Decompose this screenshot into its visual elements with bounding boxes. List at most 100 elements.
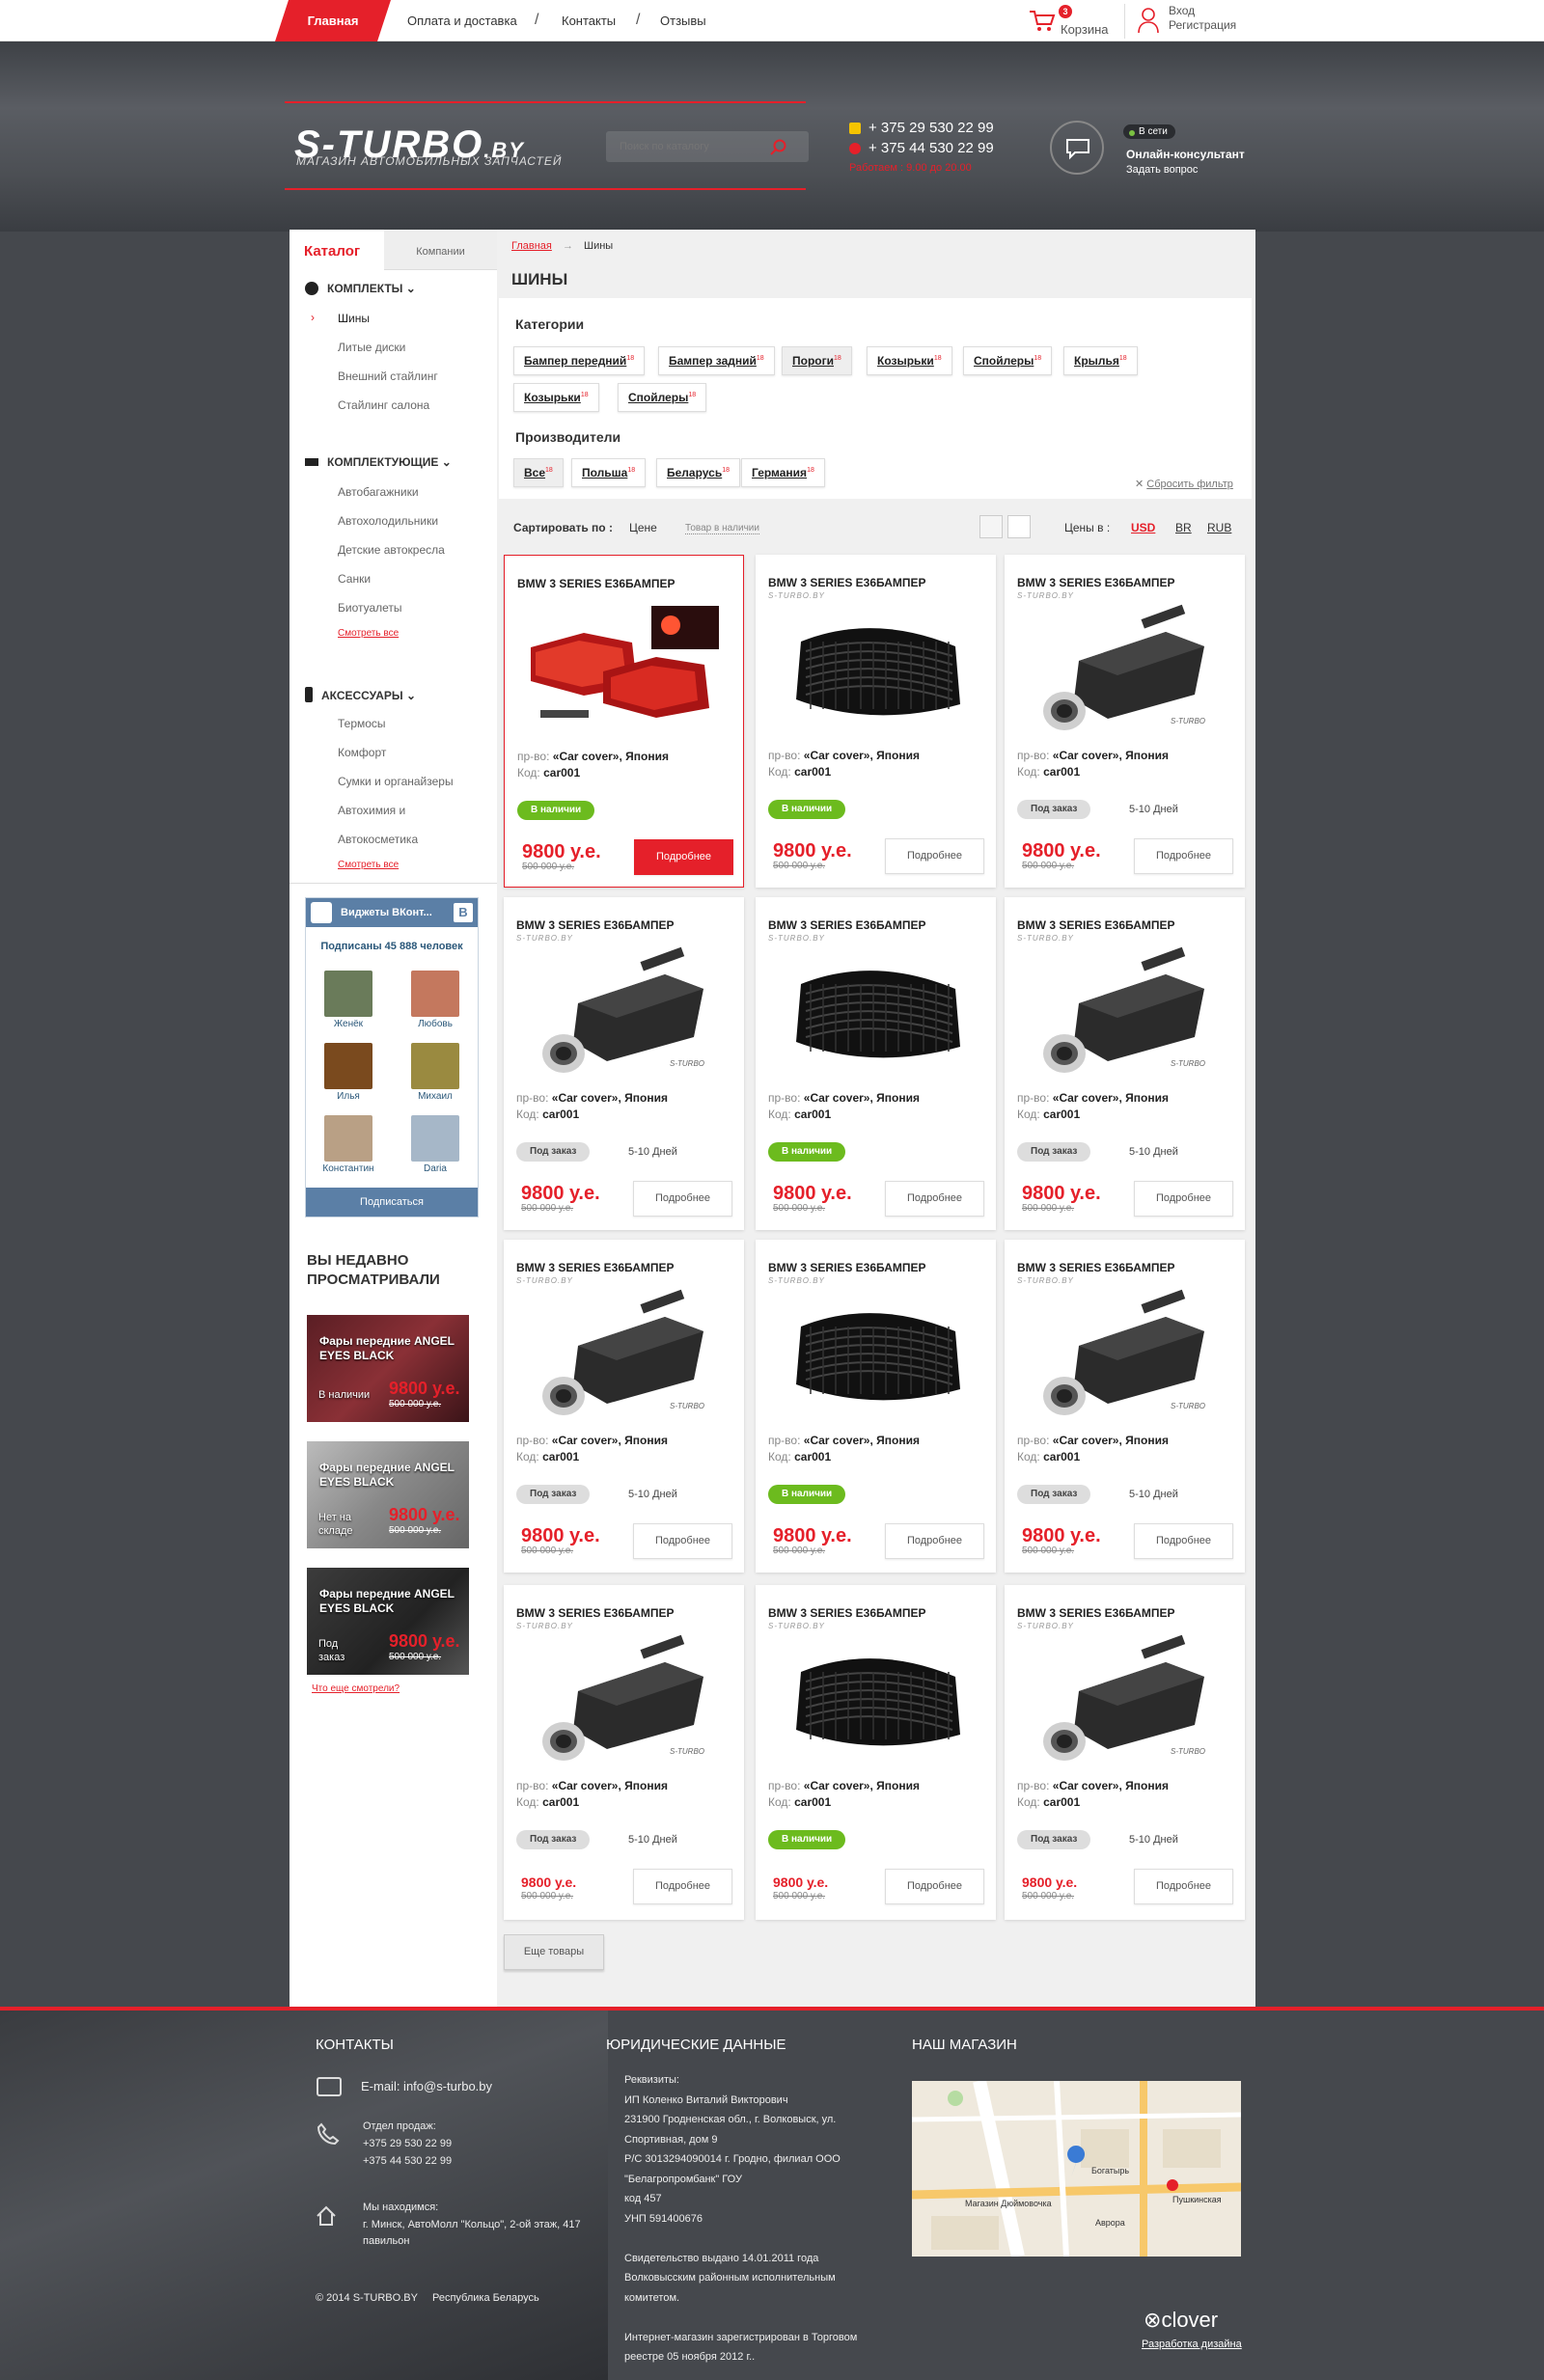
product-image[interactable]: [526, 604, 724, 739]
currency-rub[interactable]: RUB: [1207, 521, 1231, 534]
tab-companies[interactable]: Компании: [384, 230, 497, 270]
details-button[interactable]: Подробнее: [633, 1181, 732, 1217]
product-card[interactable]: BMW 3 SERIES E36БАМПЕР S-TURBO.BY S-TURBO п…: [1005, 897, 1245, 1230]
product-image[interactable]: S-TURBO: [525, 1288, 723, 1423]
footer-phone-1[interactable]: +375 29 530 22 99: [363, 2136, 452, 2152]
product-card[interactable]: BMW 3 SERIES E36БАМПЕР S-TURBO.BY S-TURBO п…: [504, 897, 744, 1230]
product-title[interactable]: BMW 3 SERIES E36БАМПЕР: [516, 1606, 675, 1620]
product-image[interactable]: [777, 1288, 975, 1423]
vk-member[interactable]: Константин: [319, 1115, 377, 1174]
category-accessories[interactable]: АКСЕССУАРЫ ⌄: [305, 687, 416, 702]
manufacturer-filter-chip[interactable]: Все18: [513, 458, 564, 487]
phone-mts[interactable]: + 375 44 530 22 99: [849, 140, 994, 156]
sidebar-item-fridges[interactable]: Автохолодильники: [338, 514, 438, 528]
sidebar-item-cosmetics[interactable]: Автокосметика: [338, 833, 418, 846]
product-title[interactable]: BMW 3 SERIES E36БАМПЕР: [1017, 918, 1175, 932]
category-filter-chip[interactable]: Бампер задний18: [658, 346, 775, 375]
sidebar-item-thermos[interactable]: Термосы: [338, 717, 386, 730]
product-image[interactable]: S-TURBO: [1026, 603, 1224, 738]
sort-by-price[interactable]: Цене: [629, 521, 657, 534]
nav-home[interactable]: Главная: [275, 0, 391, 41]
category-components[interactable]: КОМПЛЕКТУЮЩИЕ ⌄: [305, 455, 452, 469]
product-card[interactable]: BMW 3 SERIES E36БАМПЕР S-TURBO.BY S-TURBO п…: [1005, 555, 1245, 888]
sidebar-item-exterior[interactable]: Внешний стайлинг: [338, 369, 438, 383]
vk-subscribe-button[interactable]: Подписаться: [306, 1188, 478, 1217]
product-title[interactable]: BMW 3 SERIES E36БАМПЕР: [517, 577, 676, 590]
product-card[interactable]: BMW 3 SERIES E36БАМПЕР S-TURBO.BY S-TURBO п…: [504, 1585, 744, 1920]
store-map[interactable]: Богатырь Магазин Дюймовочка Пушкинская А…: [912, 2081, 1241, 2257]
category-filter-chip[interactable]: Бампер передний18: [513, 346, 646, 375]
details-button[interactable]: Подробнее: [885, 838, 984, 874]
sort-by-stock[interactable]: Товар в наличии: [685, 523, 759, 534]
product-title[interactable]: BMW 3 SERIES E36БАМПЕР: [768, 1261, 926, 1274]
category-filter-chip[interactable]: Козырьки18: [867, 346, 952, 375]
sidebar-item-child-seats[interactable]: Детские автокресла: [338, 543, 445, 557]
product-image[interactable]: S-TURBO: [1026, 1633, 1224, 1768]
cart-button[interactable]: 3 Корзина: [1026, 4, 1113, 39]
vk-member[interactable]: Daria: [406, 1115, 464, 1174]
product-image[interactable]: [777, 1633, 975, 1768]
details-button[interactable]: Подробнее: [1134, 1869, 1233, 1904]
details-button[interactable]: Подробнее: [1134, 1523, 1233, 1559]
register-link[interactable]: Регистрация: [1169, 18, 1254, 33]
nav-contacts[interactable]: Контакты: [562, 14, 616, 28]
details-button[interactable]: Подробнее: [885, 1181, 984, 1217]
vk-member[interactable]: Михаил: [406, 1043, 464, 1102]
product-image[interactable]: S-TURBO: [1026, 1288, 1224, 1423]
product-title[interactable]: BMW 3 SERIES E36БАМПЕР: [516, 918, 675, 932]
ask-question-link[interactable]: Задать вопрос: [1126, 164, 1198, 176]
product-title[interactable]: BMW 3 SERIES E36БАМПЕР: [516, 1261, 675, 1274]
details-button[interactable]: Подробнее: [634, 839, 733, 875]
product-title[interactable]: BMW 3 SERIES E36БАМПЕР: [768, 918, 926, 932]
recent-item[interactable]: Фары передние ANGEL EYES BLACK Нет на ск…: [307, 1441, 469, 1548]
design-credit-link[interactable]: Разработка дизайна: [1142, 2339, 1242, 2350]
product-image[interactable]: S-TURBO: [525, 945, 723, 1081]
chat-button[interactable]: [1050, 121, 1104, 175]
details-button[interactable]: Подробнее: [633, 1869, 732, 1904]
list-view-icon[interactable]: [979, 515, 1003, 538]
load-more-button[interactable]: Еще товары: [504, 1934, 604, 1970]
search-input[interactable]: [606, 131, 770, 162]
reset-filter-link[interactable]: ✕ Сбросить фильтр: [1135, 478, 1233, 490]
sidebar-item-roof-racks[interactable]: Автобагажники: [338, 485, 419, 499]
category-filter-chip[interactable]: Козырьки18: [513, 383, 599, 412]
grid-view-icon[interactable]: [1007, 515, 1031, 538]
manufacturer-filter-chip[interactable]: Беларусь18: [656, 458, 740, 487]
product-image[interactable]: S-TURBO: [525, 1633, 723, 1768]
category-filter-chip[interactable]: Крылья18: [1063, 346, 1138, 375]
what-else-viewed-link[interactable]: Что еще смотрели?: [312, 1683, 400, 1694]
nav-payment[interactable]: Оплата и доставка: [407, 14, 517, 28]
breadcrumb-home[interactable]: Главная: [511, 240, 552, 252]
product-title[interactable]: BMW 3 SERIES E36БАМПЕР: [768, 1606, 926, 1620]
footer-email[interactable]: E-mail: info@s-turbo.by: [361, 2078, 492, 2094]
category-filter-chip[interactable]: Пороги18: [782, 346, 852, 375]
nav-reviews[interactable]: Отзывы: [660, 14, 706, 28]
category-filter-chip[interactable]: Спойлеры18: [963, 346, 1053, 375]
sidebar-item-sleds[interactable]: Санки: [338, 572, 371, 586]
sidebar-item-comfort[interactable]: Комфорт: [338, 746, 386, 759]
product-title[interactable]: BMW 3 SERIES E36БАМПЕР: [1017, 576, 1175, 589]
category-filter-chip[interactable]: Спойлеры18: [618, 383, 707, 412]
sidebar-item-wheels[interactable]: Литые диски: [338, 341, 405, 354]
search-icon[interactable]: [770, 139, 787, 156]
product-card[interactable]: BMW 3 SERIES E36БАМПЕР S-TURBO.BY пр-во: «…: [756, 897, 996, 1230]
vk-member[interactable]: Любовь: [406, 971, 464, 1029]
sidebar-item-interior[interactable]: Стайлинг салона: [338, 398, 429, 412]
product-card[interactable]: BMW 3 SERIES E36БАМПЕР пр-во: «Car cover»…: [504, 555, 744, 888]
product-card[interactable]: BMW 3 SERIES E36БАМПЕР S-TURBO.BY S-TURBO п…: [504, 1240, 744, 1573]
product-image[interactable]: [777, 603, 975, 738]
see-all-link[interactable]: Смотреть все: [338, 860, 399, 870]
sidebar-item-bags[interactable]: Сумки и органайзеры: [338, 775, 454, 788]
product-image[interactable]: S-TURBO: [1026, 945, 1224, 1081]
product-title[interactable]: BMW 3 SERIES E36БАМПЕР: [768, 576, 926, 589]
footer-phone-2[interactable]: +375 44 530 22 99: [363, 2153, 452, 2170]
sidebar-item-chemicals[interactable]: Автохимия и: [338, 804, 405, 817]
product-card[interactable]: BMW 3 SERIES E36БАМПЕР S-TURBO.BY пр-во: «…: [756, 555, 996, 888]
product-card[interactable]: BMW 3 SERIES E36БАМПЕР S-TURBO.BY пр-во: «…: [756, 1585, 996, 1920]
currency-usd[interactable]: USD: [1131, 521, 1155, 534]
manufacturer-filter-chip[interactable]: Германия18: [741, 458, 825, 487]
product-title[interactable]: BMW 3 SERIES E36БАМПЕР: [1017, 1261, 1175, 1274]
product-card[interactable]: BMW 3 SERIES E36БАМПЕР S-TURBO.BY S-TURBO п…: [1005, 1240, 1245, 1573]
sidebar-item-tires[interactable]: Шины: [338, 312, 370, 325]
recent-item[interactable]: Фары передние ANGEL EYES BLACK В наличии…: [307, 1315, 469, 1422]
